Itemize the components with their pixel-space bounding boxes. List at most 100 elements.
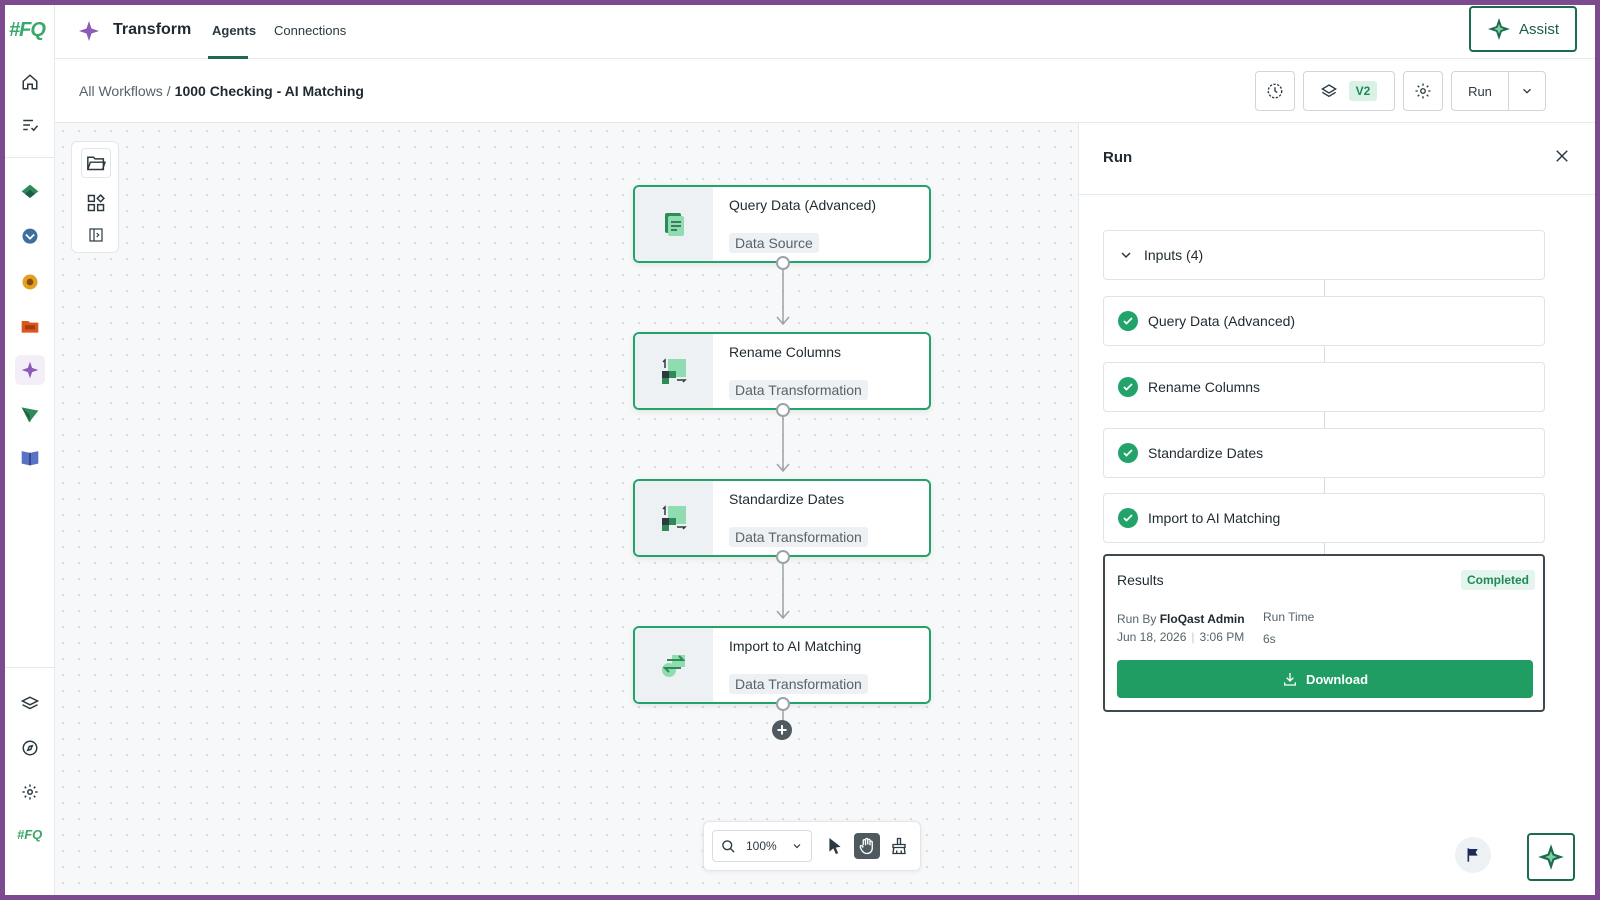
node-type-tag: Data Transformation	[729, 527, 868, 547]
gear-icon[interactable]	[15, 777, 45, 807]
transform-icon	[635, 481, 713, 555]
fq-footer-logo: #FQ	[17, 827, 43, 842]
send-icon[interactable]	[15, 399, 45, 429]
chevron-down-icon	[1121, 252, 1131, 259]
workflow-node-query-data[interactable]: Query Data (Advanced) Data Source	[633, 185, 931, 263]
layers-icon[interactable]	[15, 689, 45, 719]
node-type-tag: Data Transformation	[729, 380, 868, 400]
sparkle-icon	[1538, 844, 1564, 870]
workflow-header: All Workflows/1000 Checking - AI Matchin…	[55, 59, 1595, 123]
inputs-accordion[interactable]: Inputs (4)	[1103, 230, 1545, 280]
clear-canvas-icon[interactable]	[886, 833, 912, 859]
search-icon	[722, 839, 735, 853]
history-icon	[1267, 83, 1283, 99]
results-card: Results Completed Run By FloQast Admin J…	[1103, 554, 1545, 712]
flag-icon[interactable]	[1455, 837, 1491, 873]
top-nav: Transform Agents Connections Assist	[55, 5, 1595, 59]
status-badge: Completed	[1460, 570, 1535, 590]
app-window: #FQ #FQ Transform Agents Connections Ass…	[5, 5, 1595, 895]
workflow-canvas[interactable]: Query Data (Advanced) Data Source Rename…	[55, 123, 1079, 895]
run-step-label: Query Data (Advanced)	[1148, 313, 1296, 329]
app-title: Transform	[113, 21, 192, 38]
breadcrumb: All Workflows/1000 Checking - AI Matchin…	[79, 83, 364, 99]
node-title: Standardize Dates	[729, 491, 845, 507]
breadcrumb-all-workflows[interactable]: All Workflows	[79, 83, 163, 99]
download-label: Download	[1305, 671, 1369, 687]
run-step-import-ai-matching[interactable]: Import to AI Matching	[1103, 493, 1545, 543]
breadcrumb-current: 1000 Checking - AI Matching	[174, 83, 364, 99]
run-by-label: Run By	[1117, 612, 1157, 626]
home-icon[interactable]	[15, 67, 45, 97]
node-type-tag: Data Source	[729, 233, 819, 253]
workflow-node-import-ai-matching[interactable]: Import to AI Matching Data Transformatio…	[633, 626, 931, 704]
chevron-down-icon	[1523, 88, 1531, 94]
run-step-rename-columns[interactable]: Rename Columns	[1103, 362, 1545, 412]
run-step-label: Standardize Dates	[1148, 445, 1264, 461]
flux-icon[interactable]	[15, 267, 45, 297]
tab-agents[interactable]: Agents	[212, 23, 256, 38]
node-output-port[interactable]	[776, 403, 790, 417]
run-step-standardize-dates[interactable]: Standardize Dates	[1103, 428, 1545, 478]
left-rail: #FQ #FQ	[5, 5, 55, 895]
history-button[interactable]	[1255, 71, 1295, 111]
run-step-label: Rename Columns	[1148, 379, 1261, 395]
run-step-query-data[interactable]: Query Data (Advanced)	[1103, 296, 1545, 346]
run-by: Run By FloQast Admin	[1117, 612, 1245, 626]
transform-app-icon	[77, 19, 101, 48]
check-icon	[1118, 443, 1138, 463]
tab-connections[interactable]: Connections	[274, 23, 346, 38]
download-icon	[1283, 673, 1296, 686]
run-panel-header: Run	[1079, 123, 1595, 195]
close-icon[interactable]	[1553, 147, 1571, 170]
run-options-button[interactable]	[1508, 71, 1546, 111]
gear-icon	[1415, 83, 1431, 99]
download-button[interactable]: Download	[1117, 660, 1533, 698]
workflow-node-standardize-dates[interactable]: Standardize Dates Data Transformation	[633, 479, 931, 557]
node-title: Rename Columns	[729, 344, 842, 360]
sparkle-icon	[1487, 18, 1510, 40]
node-title: Import to AI Matching	[729, 638, 862, 654]
zoom-toolbar: 100%	[703, 821, 921, 871]
assist-button[interactable]: Assist	[1469, 6, 1577, 52]
check-icon	[1118, 311, 1138, 331]
breadcrumb-separator: /	[166, 83, 171, 99]
results-title: Results	[1117, 572, 1164, 588]
swap-icon	[635, 628, 713, 702]
run-by-name: FloQast Admin	[1159, 612, 1245, 626]
run-date: Jun 18, 2026	[1117, 630, 1187, 644]
node-output-port[interactable]	[776, 550, 790, 564]
add-node-button[interactable]: +	[772, 720, 792, 740]
book-icon[interactable]	[15, 442, 45, 472]
run-button[interactable]: Run	[1451, 71, 1509, 111]
run-panel-title: Run	[1103, 149, 1133, 166]
inputs-label: Inputs (4)	[1144, 247, 1204, 263]
version-button[interactable]: V2	[1303, 71, 1395, 111]
reconciliation-icon[interactable]	[15, 222, 45, 252]
compass-icon[interactable]	[15, 733, 45, 763]
run-time-label: Run Time	[1263, 610, 1315, 624]
fq-logo[interactable]: #FQ	[9, 19, 46, 42]
run-timestamp: Jun 18, 2026 | 3:06 PM	[1117, 630, 1245, 644]
transform-icon[interactable]	[15, 355, 45, 385]
chevron-down-icon	[793, 844, 801, 849]
node-output-port[interactable]	[776, 256, 790, 270]
run-panel: Run Inputs (4) Query Data (Advanced) Ren…	[1079, 123, 1595, 895]
folder-icon[interactable]	[15, 311, 45, 341]
settings-button[interactable]	[1403, 71, 1443, 111]
check-icon	[1118, 377, 1138, 397]
version-badge: V2	[1348, 81, 1378, 101]
zoom-select[interactable]: 100%	[712, 830, 812, 862]
layers-icon	[1320, 84, 1337, 98]
document-icon	[635, 187, 713, 261]
hand-tool-icon[interactable]	[854, 833, 880, 859]
check-icon	[1118, 508, 1138, 528]
pointer-tool-icon[interactable]	[822, 833, 848, 859]
assist-fab-button[interactable]	[1527, 833, 1575, 881]
run-time-value: 6s	[1263, 632, 1276, 646]
tasks-icon[interactable]	[15, 110, 45, 140]
close-module-icon[interactable]	[15, 178, 45, 208]
workflow-node-rename-columns[interactable]: Rename Columns Data Transformation	[633, 332, 931, 410]
zoom-level: 100%	[746, 839, 777, 853]
node-output-port[interactable]	[776, 697, 790, 711]
node-title: Query Data (Advanced)	[729, 197, 877, 213]
